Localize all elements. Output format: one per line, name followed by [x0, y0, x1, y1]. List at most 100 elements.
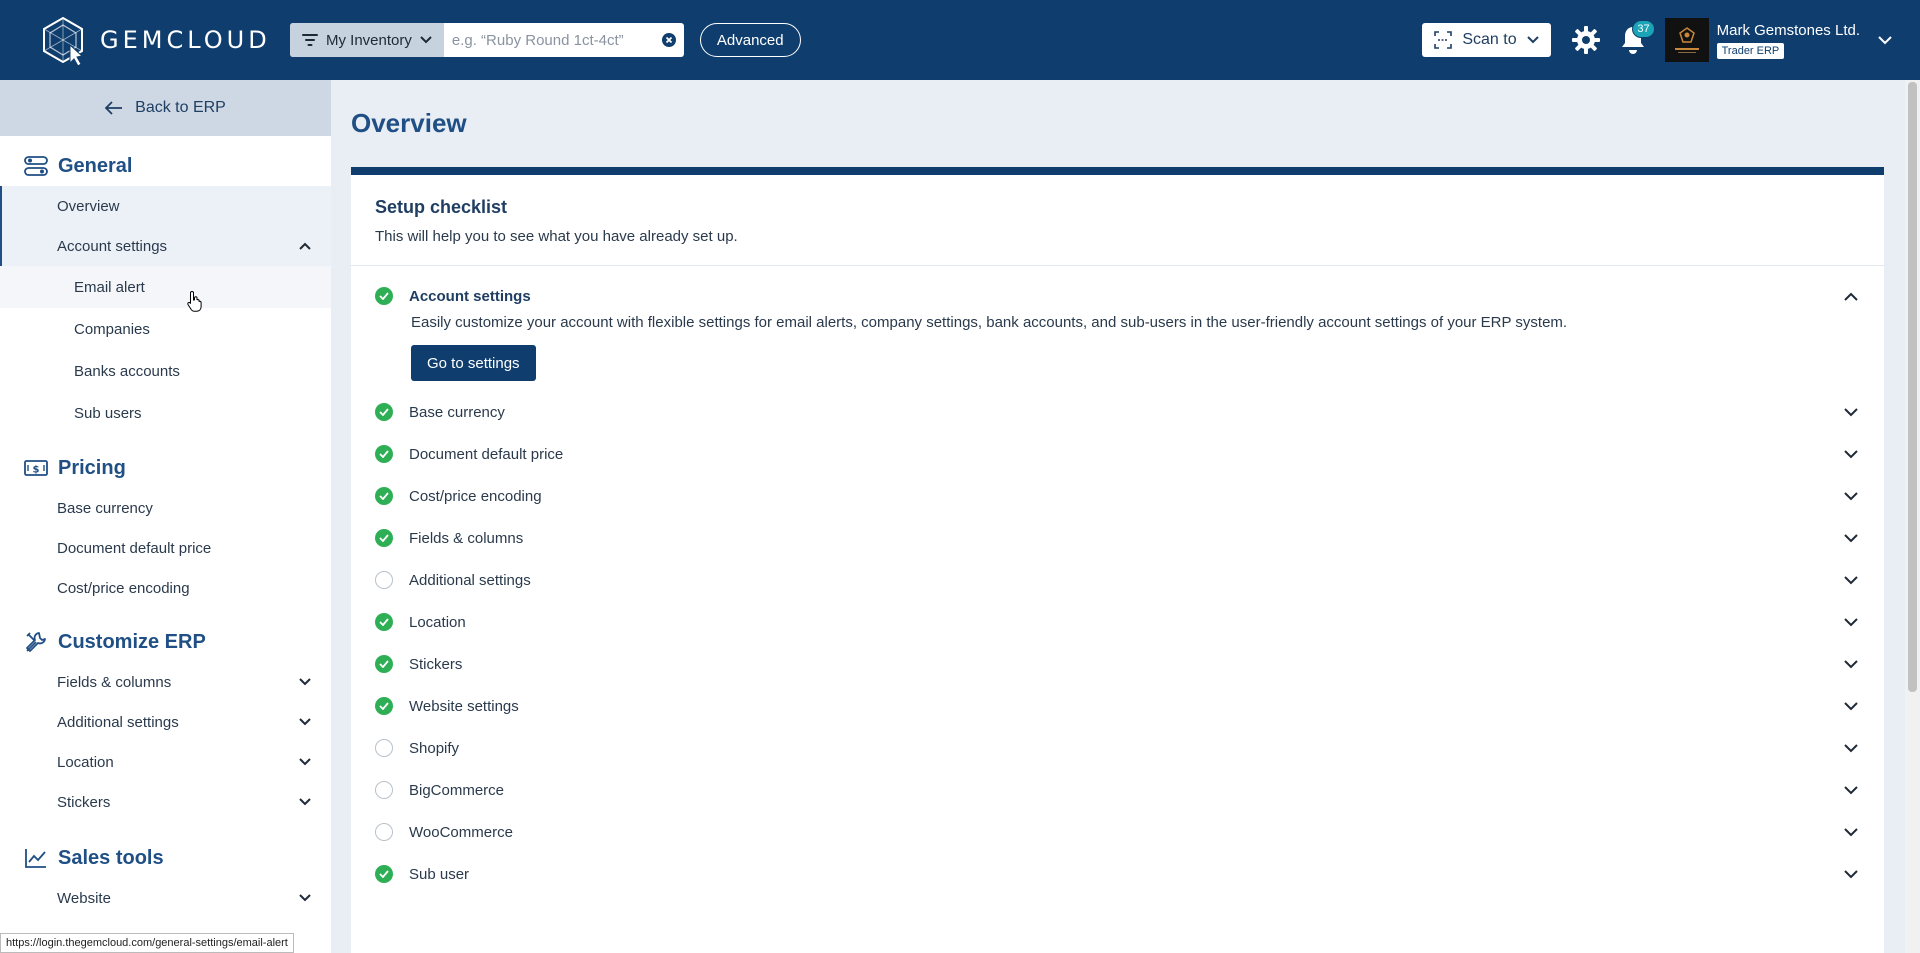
- sidebar-item-account-settings[interactable]: Account settings: [0, 226, 331, 266]
- sidebar-section-sales-tools: Sales tools: [0, 838, 331, 878]
- sidebar-item-label: Stickers: [57, 793, 111, 811]
- chevron-down-icon: [299, 678, 311, 686]
- search-input[interactable]: [443, 23, 654, 57]
- svg-text:$: $: [33, 465, 40, 476]
- hand-cursor-icon: [186, 290, 204, 317]
- checklist-item-description: Easily customize your account with flexi…: [411, 314, 1568, 331]
- chevron-down-icon: [1844, 659, 1858, 668]
- search-scope-dropdown[interactable]: My Inventory: [290, 23, 444, 57]
- page-scrollbar[interactable]: [1905, 80, 1920, 953]
- checklist-item-details: Easily customize your account with flexi…: [351, 314, 1884, 391]
- chevron-down-icon: [1844, 533, 1858, 542]
- checklist-item[interactable]: Cost/price encoding: [351, 475, 1884, 517]
- sidebar-item-companies[interactable]: Companies: [0, 308, 331, 350]
- top-right-actions: Scan to 37 Mark Gemstones Ltd. Trader ER…: [1422, 18, 1892, 62]
- sidebar-item-banks-accounts[interactable]: Banks accounts: [0, 350, 331, 392]
- chevron-down-icon: [1844, 491, 1858, 500]
- notifications-bell-icon[interactable]: 37: [1615, 20, 1655, 58]
- checklist-item[interactable]: Fields & columns: [351, 517, 1884, 559]
- sidebar-item-label: Base currency: [57, 499, 153, 517]
- sidebar-item-website[interactable]: Website: [0, 878, 331, 918]
- check-done-icon: [375, 403, 393, 421]
- chevron-down-icon: [1844, 575, 1858, 584]
- user-role-badge: Trader ERP: [1716, 42, 1785, 59]
- checklist-item-account-settings[interactable]: Account settings: [351, 278, 1884, 314]
- clear-search-icon[interactable]: [654, 23, 684, 57]
- arrow-left-icon: [105, 101, 123, 115]
- chevron-down-icon: [1878, 35, 1892, 44]
- sidebar-section-title: Sales tools: [58, 846, 164, 869]
- page-title: Overview: [351, 108, 467, 138]
- sidebar-item-fields-columns[interactable]: Fields & columns: [0, 662, 331, 702]
- chevron-down-icon: [1844, 449, 1858, 458]
- checklist-item[interactable]: BigCommerce: [351, 769, 1884, 811]
- checklist-item-label: WooCommerce: [409, 823, 513, 841]
- brand-name: GEMCLOUD: [100, 26, 271, 54]
- checklist-item[interactable]: Base currency: [351, 391, 1884, 433]
- logo[interactable]: GEMCLOUD: [38, 15, 271, 67]
- checklist-item[interactable]: Sub user: [351, 853, 1884, 895]
- checklist-item[interactable]: Shopify: [351, 727, 1884, 769]
- chevron-down-icon: [1844, 785, 1858, 794]
- check-done-icon: [375, 865, 393, 883]
- checklist-item[interactable]: Document default price: [351, 433, 1884, 475]
- check-done-icon: [375, 655, 393, 673]
- chevron-down-icon: [299, 798, 311, 806]
- checklist-item-label: Stickers: [409, 655, 463, 673]
- chevron-down-icon: [1526, 36, 1539, 44]
- sidebar-item-cost-price-encoding[interactable]: Cost/price encoding: [0, 568, 331, 608]
- check-done-icon: [375, 487, 393, 505]
- checklist-item[interactable]: WooCommerce: [351, 811, 1884, 853]
- sidebar-item-location[interactable]: Location: [0, 742, 331, 782]
- go-to-settings-button[interactable]: Go to settings: [411, 345, 536, 381]
- check-done-icon: [375, 613, 393, 631]
- check-done-icon: [375, 529, 393, 547]
- checklist-item[interactable]: Additional settings: [351, 559, 1884, 601]
- chevron-down-icon: [1844, 407, 1858, 416]
- sidebar-item-email-alert[interactable]: Email alert: [0, 266, 331, 308]
- sidebar-item-sub-users[interactable]: Sub users: [0, 392, 331, 434]
- sidebar-item-label: Document default price: [57, 539, 212, 557]
- chevron-down-icon: [1844, 701, 1858, 710]
- user-menu[interactable]: Mark Gemstones Ltd. Trader ERP: [1664, 18, 1892, 62]
- gear-icon[interactable]: [1569, 23, 1603, 57]
- sidebar-item-overview[interactable]: Overview: [0, 186, 331, 226]
- card-title: Setup checklist: [375, 197, 508, 217]
- checklist-item-label: Location: [409, 613, 466, 631]
- sidebar-section-title: Customize ERP: [58, 630, 206, 653]
- sidebar-item-label: Fields & columns: [57, 673, 172, 691]
- checklist-item[interactable]: Stickers: [351, 643, 1884, 685]
- chevron-down-icon: [299, 718, 311, 726]
- checklist: Base currency Document default price Cost/…: [351, 391, 1884, 895]
- sidebar-item-additional-settings[interactable]: Additional settings: [0, 702, 331, 742]
- advanced-search-button[interactable]: Advanced: [699, 23, 801, 57]
- sidebar-item-label: Companies: [74, 320, 150, 338]
- scan-to-button[interactable]: Scan to: [1422, 23, 1551, 57]
- checklist-item-label: Fields & columns: [409, 529, 524, 547]
- sidebar: Back to ERP General Overview Account set…: [0, 80, 331, 953]
- sidebar-item-stickers[interactable]: Stickers: [0, 782, 331, 822]
- sidebar-item-base-currency[interactable]: Base currency: [0, 488, 331, 528]
- scan-icon: [1434, 31, 1453, 49]
- card-header: Setup checklist This will help you to se…: [351, 175, 1884, 266]
- checklist-item-label: Account settings: [409, 287, 531, 305]
- search-bar: My Inventory: [290, 23, 684, 57]
- scrollbar-thumb[interactable]: [1908, 82, 1917, 692]
- sidebar-item-label: Website: [57, 889, 111, 907]
- checklist-item[interactable]: Website settings: [351, 685, 1884, 727]
- top-bar: GEMCLOUD My Inventory Advanced Scan to: [0, 0, 1920, 80]
- avatar: [1664, 18, 1709, 62]
- checklist-item-label: Shopify: [409, 739, 460, 757]
- check-pending-icon: [375, 823, 393, 841]
- chevron-down-icon: [1844, 869, 1858, 878]
- gem-logo-icon: [38, 15, 88, 67]
- notification-count-badge: 37: [1632, 20, 1655, 38]
- check-pending-icon: [375, 571, 393, 589]
- sidebar-section-customize-erp: Customize ERP: [0, 622, 331, 662]
- checklist-item-label: Additional settings: [409, 571, 531, 589]
- sidebar-item-document-default-price[interactable]: Document default price: [0, 528, 331, 568]
- checklist-item[interactable]: Location: [351, 601, 1884, 643]
- chevron-down-icon: [420, 36, 432, 44]
- sidebar-item-label: Location: [57, 753, 114, 771]
- back-to-erp-button[interactable]: Back to ERP: [0, 80, 331, 136]
